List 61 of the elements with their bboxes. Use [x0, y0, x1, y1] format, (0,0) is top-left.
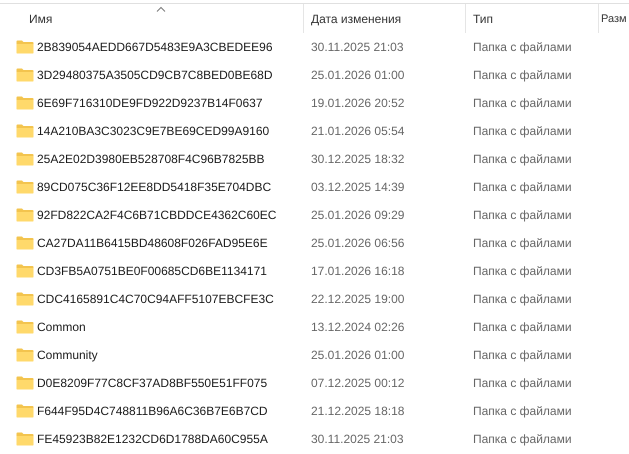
folder-icon — [16, 40, 34, 54]
column-header[interactable]: Разм — [598, 4, 629, 33]
file-name[interactable]: 14A210BA3C3023C9E7BE69CED99A9160 — [37, 124, 270, 138]
folder-icon — [16, 292, 34, 306]
file-type: Папка с файлами — [473, 40, 572, 54]
file-name[interactable]: 25A2E02D3980EB528708F4C96B7825BB — [37, 152, 265, 166]
file-type: Папка с файлами — [473, 96, 572, 110]
date-modified: 25.01.2026 01:00 — [311, 348, 404, 362]
folder-icon — [16, 404, 34, 418]
date-modified: 25.01.2026 09:29 — [311, 208, 404, 222]
folder-icon — [16, 96, 34, 110]
file-name[interactable]: CA27DA11B6415BD48608F026FAD95E6E — [37, 236, 268, 250]
file-type: Папка с файлами — [473, 292, 572, 306]
date-modified: 25.01.2026 06:56 — [311, 236, 404, 250]
date-modified: 19.01.2026 20:52 — [311, 96, 404, 110]
date-modified: 30.12.2025 18:32 — [311, 152, 404, 166]
folder-icon — [16, 208, 34, 222]
date-modified: 21.01.2026 05:54 — [311, 124, 404, 138]
file-name[interactable]: Community — [37, 348, 98, 362]
folder-icon — [16, 320, 34, 334]
file-name[interactable]: 2B839054AEDD667D5483E9A3CBEDEE96 — [37, 40, 272, 54]
file-name[interactable]: F644F95D4C748811B96A6C36B7E6B7CD — [37, 404, 268, 418]
file-type: Папка с файлами — [473, 320, 572, 334]
date-modified: 25.01.2026 01:00 — [311, 68, 404, 82]
date-modified: 07.12.2025 00:12 — [311, 376, 404, 390]
file-type: Папка с файлами — [473, 236, 572, 250]
file-name[interactable]: 3D29480375A3505CD9CB7C8BED0BE68D — [37, 68, 272, 82]
date-modified: 13.12.2024 02:26 — [311, 320, 404, 334]
file-type: Папка с файлами — [473, 264, 572, 278]
date-modified: 22.12.2025 19:00 — [311, 292, 404, 306]
folder-icon — [16, 236, 34, 250]
file-name[interactable]: 92FD822CA2F4C6B71CBDDCE4362C60EC — [37, 208, 276, 222]
file-name[interactable]: 89CD075C36F12EE8DD5418F35E704DBC — [37, 180, 272, 194]
folder-icon — [16, 432, 34, 446]
file-name[interactable]: D0E8209F77C8CF37AD8BF550E51FF075 — [37, 376, 268, 390]
date-modified: 30.11.2025 21:03 — [311, 432, 404, 446]
file-type: Папка с файлами — [473, 124, 572, 138]
file-type: Папка с файлами — [473, 208, 572, 222]
folder-icon — [16, 68, 34, 82]
file-type: Папка с файлами — [473, 404, 572, 418]
file-name[interactable]: CDC4165891C4C70C94AFF5107EBCFE3C — [37, 292, 274, 306]
file-type: Папка с файлами — [473, 432, 572, 446]
folder-icon — [16, 376, 34, 390]
file-type: Папка с файлами — [473, 376, 572, 390]
date-modified: 30.11.2025 21:03 — [311, 40, 404, 54]
date-modified: 03.12.2025 14:39 — [311, 180, 404, 194]
file-type: Папка с файлами — [473, 152, 572, 166]
folder-icon — [16, 264, 34, 278]
folder-icon — [16, 348, 34, 362]
date-modified: 17.01.2026 16:18 — [311, 264, 404, 278]
date-modified: 21.12.2025 18:18 — [311, 404, 404, 418]
folder-icon — [16, 124, 34, 138]
file-type: Папка с файлами — [473, 348, 572, 362]
file-name[interactable]: Common — [37, 320, 86, 334]
folder-icon — [16, 152, 34, 166]
folder-icon — [16, 180, 34, 194]
file-name[interactable]: 6E69F716310DE9FD922D9237B14F0637 — [37, 96, 262, 110]
file-name[interactable]: FE45923B82E1232CD6D1788DA60C955A — [37, 432, 268, 446]
file-type: Папка с файлами — [473, 180, 572, 194]
file-name[interactable]: CD3FB5A0751BE0F00685CD6BE1134171 — [37, 264, 267, 278]
file-type: Папка с файлами — [473, 68, 572, 82]
